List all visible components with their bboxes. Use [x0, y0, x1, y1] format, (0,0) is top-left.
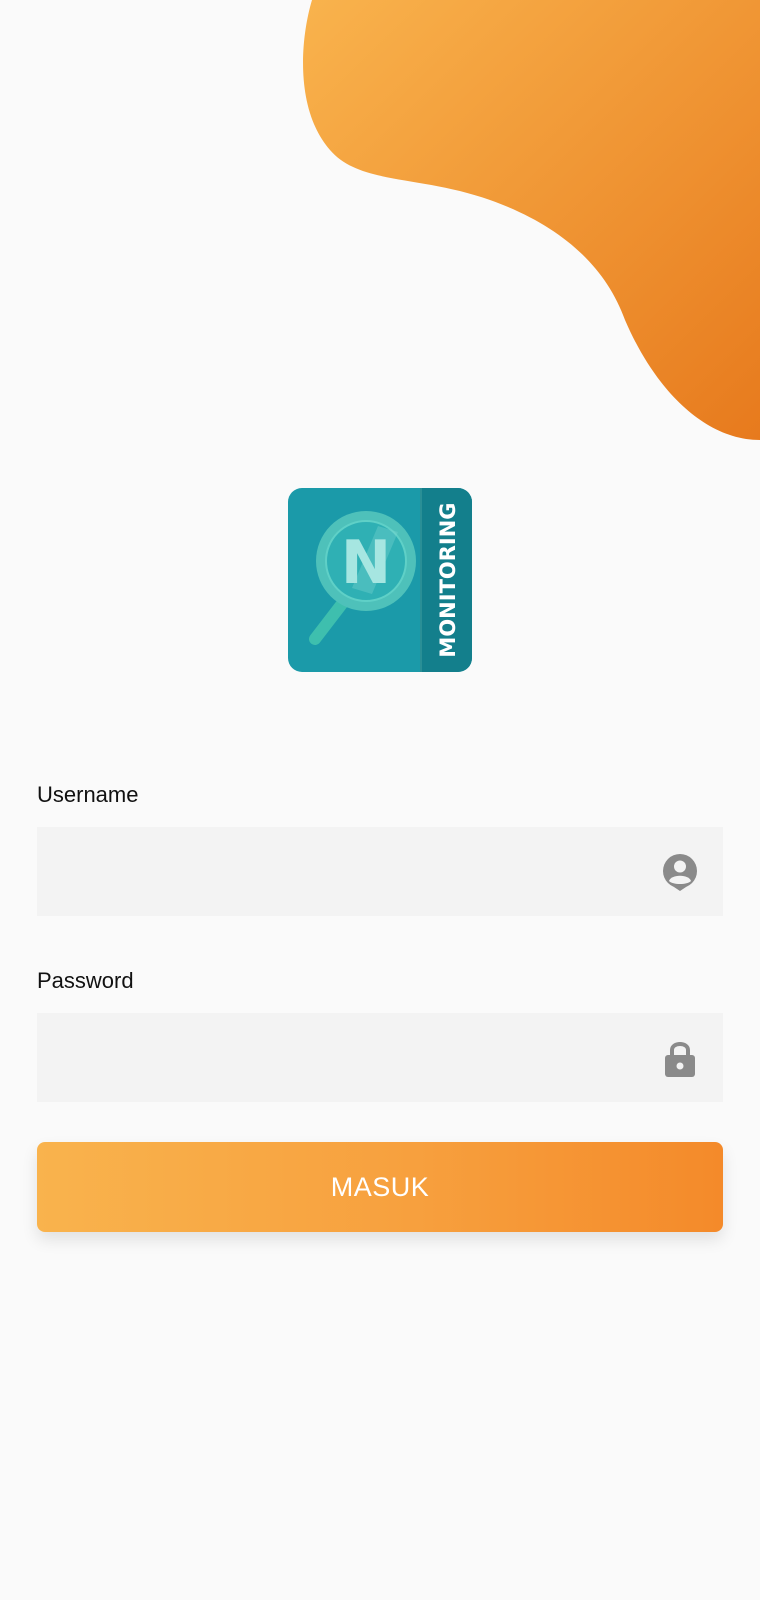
login-button[interactable]: MASUK: [37, 1142, 723, 1232]
lock-icon: [665, 1042, 695, 1077]
username-field[interactable]: [37, 827, 723, 916]
user-icon: [663, 854, 697, 891]
monitoring-logo: N MONITORING: [288, 488, 472, 672]
logo-letter: N: [341, 528, 391, 598]
logo-text: MONITORING: [436, 502, 460, 657]
password-label: Password: [37, 968, 134, 993]
login-form: Username Password: [37, 780, 723, 1102]
username-input[interactable]: [37, 827, 637, 916]
password-block: Password: [37, 966, 723, 1102]
password-field[interactable]: [37, 1013, 723, 1102]
password-input[interactable]: [37, 1013, 637, 1102]
username-label: Username: [37, 782, 139, 807]
username-block: Username: [37, 780, 723, 916]
orange-blob-decoration: [303, 0, 760, 440]
